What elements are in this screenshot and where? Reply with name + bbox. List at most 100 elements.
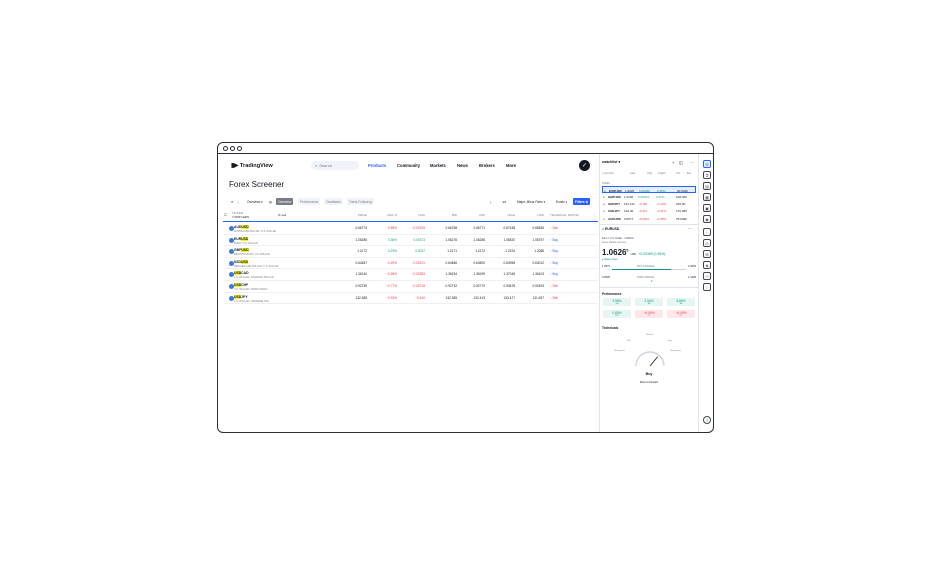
collapse-icon[interactable]: ⊏ <box>224 212 227 217</box>
add-symbol-icon[interactable]: + <box>672 160 674 165</box>
table-row[interactable]: USDCAD U.S. DOLLAR / CANADIAN DOLLAR 1.361… <box>223 269 598 281</box>
watchlist-col-last[interactable]: Last <box>630 171 635 175</box>
window-dot-minimize[interactable] <box>230 146 235 151</box>
nav-community[interactable]: Community <box>397 163 420 168</box>
watchlist-title[interactable]: watchlist ▾ <box>602 160 620 164</box>
majors-select[interactable]: Major, Minor Pairs ▾ <box>515 198 547 205</box>
table-row[interactable]: NZDUSD NEW ZEALAND DOLLAR / U.S. DOLLAR 0.… <box>223 258 598 270</box>
details-price-main: 1.0626 <box>602 248 627 257</box>
data-window-icon[interactable]: ▤ <box>703 182 711 190</box>
performance-period: 1M <box>647 303 651 305</box>
col-high[interactable]: HIGH <box>495 213 516 217</box>
details-exchange: OANDA <box>624 237 634 240</box>
nav-brokers[interactable]: Brokers <box>479 163 495 168</box>
account-avatar[interactable]: ✓ <box>579 160 590 171</box>
row-ask: 1.36199 <box>473 272 485 277</box>
download-icon[interactable]: ⤓ <box>488 198 493 205</box>
layout-icon[interactable]: ◫ <box>679 160 683 165</box>
row-chg: 0.00373 <box>413 237 425 242</box>
tab-performance[interactable]: Performance <box>298 198 321 205</box>
more-technicals-link[interactable]: More technicals <box>600 381 698 384</box>
row-symbol[interactable]: NZDUSD <box>234 259 249 264</box>
watchlist-icon[interactable]: ☰ <box>703 160 711 168</box>
overview-select[interactable]: Overview ▾ <box>245 198 265 205</box>
row-symbol[interactable]: GBPUSD <box>234 248 249 253</box>
watchlist-chg: 0.00369 <box>639 188 650 193</box>
nav-products[interactable]: Products <box>368 163 386 168</box>
pin-icon[interactable]: ⇲▾ <box>500 198 508 205</box>
window-dot-close[interactable] <box>223 146 228 151</box>
search-box[interactable]: ⌕ Search <box>311 161 359 170</box>
table-row[interactable]: USDJPY U.S. DOLLAR / JAPANESE YEN 132.385 −… <box>223 293 598 305</box>
columns-icon[interactable]: ▥ <box>267 198 274 205</box>
watchlist-col-chg[interactable]: Chg <box>647 171 652 175</box>
nav-markets[interactable]: Markets <box>430 163 446 168</box>
watchlist-chg: 0.00374 <box>638 194 649 199</box>
details-more-icon[interactable]: ⋯ <box>688 226 692 231</box>
watchlist-col-chgp[interactable]: Chg% <box>658 171 666 175</box>
days-range: 1.0579 DAY'S RANGE 1.0652 <box>602 265 696 274</box>
logo[interactable]: ▮▶ TradingView <box>231 162 273 170</box>
watchlist-col-ext[interactable]: Ext <box>687 171 691 175</box>
col-low[interactable]: LOW <box>524 213 544 217</box>
watchlist-row[interactable]: ● EURUSD 1.0626 0.00369 0.35% 60.542K <box>602 186 696 193</box>
table-row[interactable]: GBPUSD BRITISH POUND / U.S. DOLLAR 1.2172 0… <box>223 246 598 258</box>
watchlist-flag-icon: ● <box>603 194 605 199</box>
row-symbol[interactable]: EURUSD <box>234 236 249 241</box>
watchlist-chg: −0.186 <box>638 202 648 207</box>
table-row[interactable]: EURUSD EURO / U.S. DOLLAR 1.06285 0.35% 0.00… <box>223 235 598 247</box>
exotic-select[interactable]: Exotic ▾ <box>554 198 569 205</box>
watchlist-row[interactable]: ● GBPUSD 1.2166 0.00374 0.31% 108.46K <box>602 193 696 200</box>
messages-icon[interactable]: ✉ <box>703 250 711 258</box>
streams-icon[interactable]: ◎ <box>703 239 711 247</box>
row-symbol[interactable]: USDCAD <box>234 271 249 276</box>
more-vert-icon[interactable]: ⋮ <box>235 198 242 205</box>
row-chg: −0.00239 <box>411 226 425 230</box>
calendar-icon[interactable]: ▣ <box>703 204 711 212</box>
notifications-icon[interactable]: ♢ <box>703 283 711 291</box>
row-symbol[interactable]: USDCHF <box>234 283 248 287</box>
ideas-icon[interactable]: ◉ <box>703 215 711 223</box>
table-row[interactable]: AUDUSD AUSTRALIAN DOLLAR / U.S. DOLLAR 0.6… <box>223 223 598 235</box>
tab-overview[interactable]: Overview <box>276 198 294 205</box>
nav-more[interactable]: More <box>506 163 516 168</box>
watchlist-row[interactable]: ● AUDUSD 0.6677 −0.0023 −0.35% 75.049K <box>602 215 696 222</box>
tab-trend-following[interactable]: Trend-Following <box>347 198 374 205</box>
watchlist-row[interactable]: ● GBPJPY 161.121 −0.186 −0.12% 245.3K <box>602 201 696 208</box>
more-icon[interactable]: ⋯ <box>690 160 694 165</box>
watchlist-row[interactable]: ● USDJPY 132.40 −0.411 −0.31% 170.28K <box>602 208 696 215</box>
watchlist-last: 132.40 <box>624 209 634 214</box>
table-more-icon[interactable]: ⋮ <box>593 213 596 217</box>
days-range-fill <box>612 269 672 270</box>
row-description: NEW ZEALAND DOLLAR / U.S. DOLLAR <box>234 264 279 268</box>
alerts-icon[interactable]: ⏱ <box>703 171 711 179</box>
row-symbol[interactable]: AUDUSD <box>234 225 249 229</box>
col-technical-rating[interactable]: TECHNICAL RATING <box>550 213 579 217</box>
filters-button[interactable]: Filters ⇅ <box>573 198 591 205</box>
col-bid[interactable]: BID <box>437 213 457 217</box>
nav-news[interactable]: News <box>457 163 468 168</box>
watchlist-chg: −0.411 <box>638 209 648 214</box>
watchlist-col-vol[interactable]: Vol <box>676 171 680 175</box>
window-dot-maximize[interactable] <box>237 146 242 151</box>
ticker-filter-input[interactable]: ⊘ usd <box>278 213 286 217</box>
row-rating: ↑ Buy <box>550 249 558 253</box>
objects-icon[interactable]: ◈ <box>703 261 711 269</box>
watchlist-col-symbol[interactable]: ▯ Symbol <box>602 171 614 175</box>
col-price[interactable]: PRICE <box>347 213 367 217</box>
chats-icon[interactable]: ◌ <box>703 228 711 236</box>
row-bid: 0.64486 <box>445 260 457 265</box>
col-chg-pct[interactable]: CHG % <box>377 213 397 217</box>
row-symbol[interactable]: USDJPY <box>234 294 248 299</box>
technicals-title: Technicals <box>602 326 619 330</box>
tab-oscillators[interactable]: Oscillators <box>324 198 343 205</box>
details-symbol[interactable]: ● EURUSD <box>602 227 619 231</box>
hotlists-icon[interactable]: ▦ <box>703 193 711 201</box>
help-icon[interactable]: ? <box>703 416 711 424</box>
table-row[interactable]: USDCHF U.S. DOLLAR / SWISS FRANC 0.92759 −0… <box>223 281 598 293</box>
col-chg[interactable]: CHG <box>405 213 425 217</box>
days-range-label: DAY'S RANGE <box>637 265 655 268</box>
col-ask[interactable]: ASK <box>465 213 485 217</box>
pine-icon[interactable]: ⚇ <box>703 272 711 280</box>
overview-select-label: Overview <box>247 199 261 204</box>
